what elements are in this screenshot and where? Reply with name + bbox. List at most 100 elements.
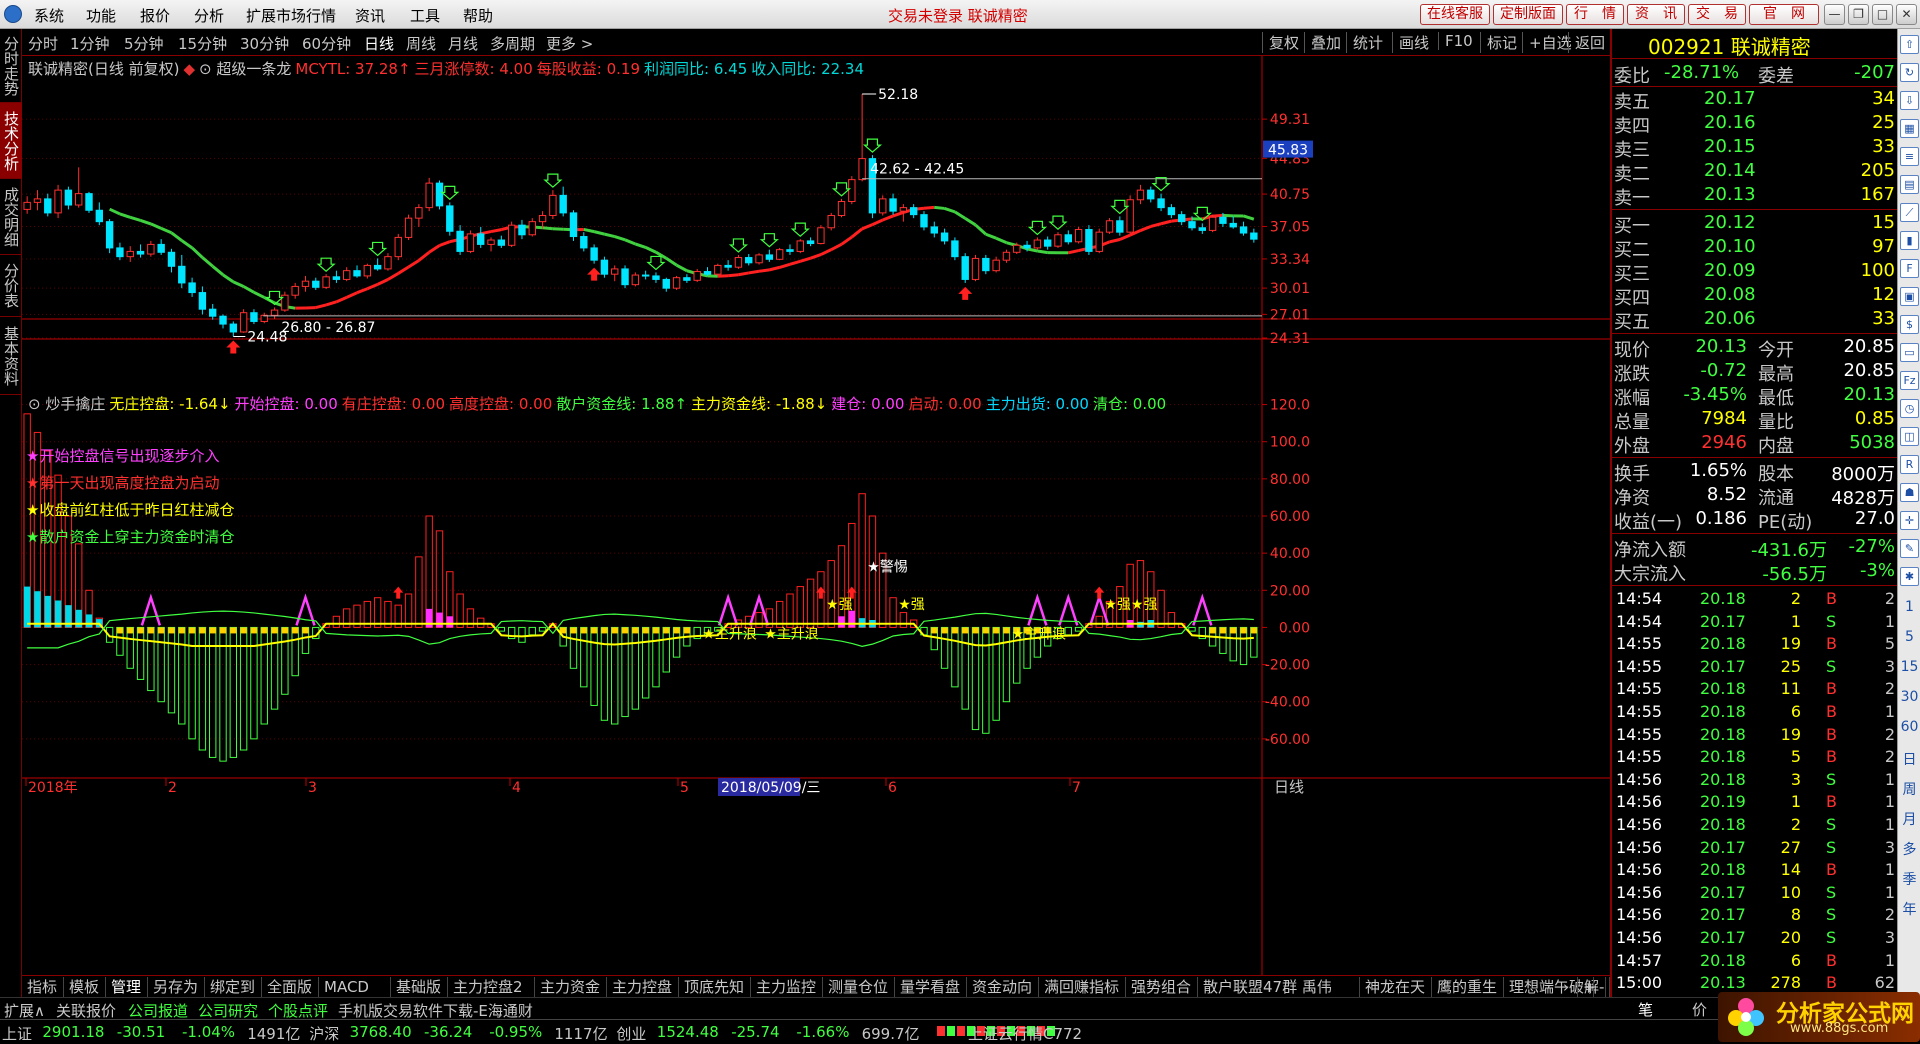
period-tab-60min[interactable]: 60分钟 [302, 33, 351, 54]
mark-button[interactable]: 标记 [1480, 32, 1517, 53]
period-shortcut-label[interactable]: 5 [1900, 629, 1919, 645]
tab-scroll-right-icon[interactable]: › [1558, 977, 1578, 997]
period-shortcut-label[interactable]: 多 [1900, 839, 1919, 859]
period-shortcut-label[interactable]: 15 [1900, 659, 1919, 675]
bell-icon[interactable]: ☗ [1900, 483, 1919, 502]
period-tab-multi[interactable]: 多周期 [490, 33, 535, 54]
indicator-tab[interactable]: 主力控盘2 [448, 977, 535, 997]
indicator-tab[interactable]: 主力控盘 [607, 977, 679, 997]
draw-line-button[interactable]: 画线 [1392, 32, 1429, 53]
grid-icon[interactable]: ▦ [1900, 119, 1919, 138]
period-shortcut-label[interactable]: 60 [1900, 719, 1919, 735]
fz-icon[interactable]: Fz [1900, 371, 1919, 390]
tab-technical-analysis[interactable]: 技术分析 [0, 103, 22, 179]
menu-analysis[interactable]: 分析 [194, 5, 224, 26]
fund-icon[interactable]: $ [1900, 315, 1919, 334]
custom-layout-button[interactable]: 定制版面 [1493, 4, 1563, 25]
list-icon[interactable]: ≡ [1900, 147, 1919, 166]
statistics-button[interactable]: 统计 [1346, 32, 1383, 53]
period-tab-monthly[interactable]: 月线 [448, 33, 478, 54]
tab-tick-prices[interactable]: 价 [1692, 999, 1707, 1020]
company-report-link[interactable]: 公司报道 [128, 1000, 188, 1021]
indicator-tab[interactable]: 满回赚指标 [1039, 977, 1126, 997]
indicator-tab[interactable]: 散户联盟47群 禹伟 [1198, 977, 1360, 997]
menu-function[interactable]: 功能 [86, 5, 116, 26]
indicator-tab[interactable]: 主力监控 [751, 977, 823, 997]
period-tab-daily[interactable]: 日线 [364, 33, 394, 54]
company-research-link[interactable]: 公司研究 [198, 1000, 258, 1021]
expand-button[interactable]: 扩展∧ [4, 1000, 45, 1021]
maximize-icon[interactable]: □ [1872, 4, 1893, 25]
period-tab-more[interactable]: 更多 > [546, 33, 593, 54]
kline-icon[interactable]: ▮ [1900, 231, 1919, 250]
indicator-tab[interactable]: 强势组合 [1126, 977, 1198, 997]
close-icon[interactable]: ✕ [1896, 4, 1917, 25]
rsi-icon[interactable]: R [1900, 455, 1919, 474]
zoom-in-icon[interactable]: + [1578, 977, 1594, 997]
indicator-tab[interactable]: 管理 [106, 977, 148, 997]
indicator-tab[interactable]: 鹰的重生 [1432, 977, 1504, 997]
period-shortcut-label[interactable]: 年 [1900, 899, 1919, 919]
zoom-out-icon[interactable]: - [1594, 977, 1610, 997]
mobile-download-link[interactable]: 手机版交易软件下载-E海通财 [338, 1000, 533, 1021]
period-tab-30min[interactable]: 30分钟 [240, 33, 289, 54]
period-shortcut-label[interactable]: 30 [1900, 689, 1919, 705]
market-button[interactable]: 行 情 [1566, 4, 1624, 25]
menu-extended-market[interactable]: 扩展市场行情 [246, 5, 336, 26]
menu-system[interactable]: 系统 [34, 5, 64, 26]
indicator-tab[interactable]: 资金动向 [967, 977, 1039, 997]
trade-button[interactable]: 交 易 [1688, 4, 1746, 25]
refresh-icon[interactable]: ↻ [1900, 63, 1919, 82]
indicator-tab[interactable]: 全面版 [262, 977, 319, 997]
pen-icon[interactable]: ✎ [1900, 539, 1919, 558]
tab-trade-detail[interactable]: 成交明细 [0, 179, 22, 255]
indicator-tab[interactable]: 绑定到 [205, 977, 262, 997]
news-button[interactable]: 资 讯 [1627, 4, 1685, 25]
indicator-tab[interactable]: 顶底先知 [679, 977, 751, 997]
window-icon[interactable]: ◫ [1900, 427, 1919, 446]
period-tab-1min[interactable]: 1分钟 [70, 33, 110, 54]
clock-icon[interactable]: ◷ [1900, 399, 1919, 418]
tab-price-table[interactable]: 分价表 [0, 255, 22, 317]
menu-help[interactable]: 帮助 [463, 5, 493, 26]
indicator-tab[interactable]: 神龙在天 [1360, 977, 1432, 997]
indicator-tab[interactable]: 另存为 [148, 977, 205, 997]
stock-review-link[interactable]: 个股点评 [268, 1000, 328, 1021]
indicator-tab[interactable]: 指标 [22, 977, 64, 997]
indicator-tab[interactable]: 基础版 [391, 977, 448, 997]
doc-icon[interactable]: ▭ [1900, 343, 1919, 362]
period-shortcut-label[interactable]: 1 [1900, 599, 1919, 615]
menu-news[interactable]: 资讯 [355, 5, 385, 26]
star-icon[interactable]: ✱ [1900, 567, 1919, 586]
down-arrow-icon[interactable]: ⇩ [1900, 91, 1919, 110]
indicator-tab[interactable]: MACD [319, 977, 391, 997]
layout-icon[interactable]: ▣ [1900, 287, 1919, 306]
period-shortcut-label[interactable]: 周 [1900, 779, 1919, 799]
cross-icon[interactable]: ✛ [1900, 511, 1919, 530]
menu-tools[interactable]: 工具 [410, 5, 440, 26]
menu-quote[interactable]: 报价 [140, 5, 170, 26]
f10-button[interactable]: F10 [1438, 32, 1473, 50]
line-chart-icon[interactable]: ⟋ [1900, 203, 1919, 222]
add-favorite-button[interactable]: +自选 [1522, 32, 1572, 53]
period-tab-weekly[interactable]: 周线 [406, 33, 436, 54]
tab-basic-info[interactable]: 基本资料 [0, 317, 22, 395]
period-tab-15min[interactable]: 15分钟 [178, 33, 227, 54]
table-icon[interactable]: ▤ [1900, 175, 1919, 194]
indicator-tab[interactable]: 量学看盘 [895, 977, 967, 997]
online-service-button[interactable]: 在线客服 [1420, 4, 1490, 25]
period-tab-intraday[interactable]: 分时 [28, 33, 58, 54]
related-quote-link[interactable]: 关联报价 [56, 1000, 116, 1021]
period-shortcut-label[interactable]: 日 [1900, 749, 1919, 769]
chart-canvas[interactable]: 49.3144.8340.7537.0533.3430.0127.0124.31… [22, 56, 1610, 976]
overlay-button[interactable]: 叠加 [1304, 32, 1341, 53]
indicator-tab[interactable]: 测量仓位 [823, 977, 895, 997]
tab-intraday[interactable]: 分时走势 [0, 29, 22, 103]
official-site-button[interactable]: 官 网 [1749, 4, 1819, 25]
up-arrow-icon[interactable]: ⇧ [1900, 35, 1919, 54]
tab-tick-trades[interactable]: 笔 [1638, 999, 1653, 1020]
back-button[interactable]: 返回 [1568, 32, 1605, 53]
adjust-button[interactable]: 复权 [1262, 32, 1299, 53]
indicator-tab[interactable]: 模板 [64, 977, 106, 997]
f10-icon[interactable]: F [1900, 259, 1919, 278]
